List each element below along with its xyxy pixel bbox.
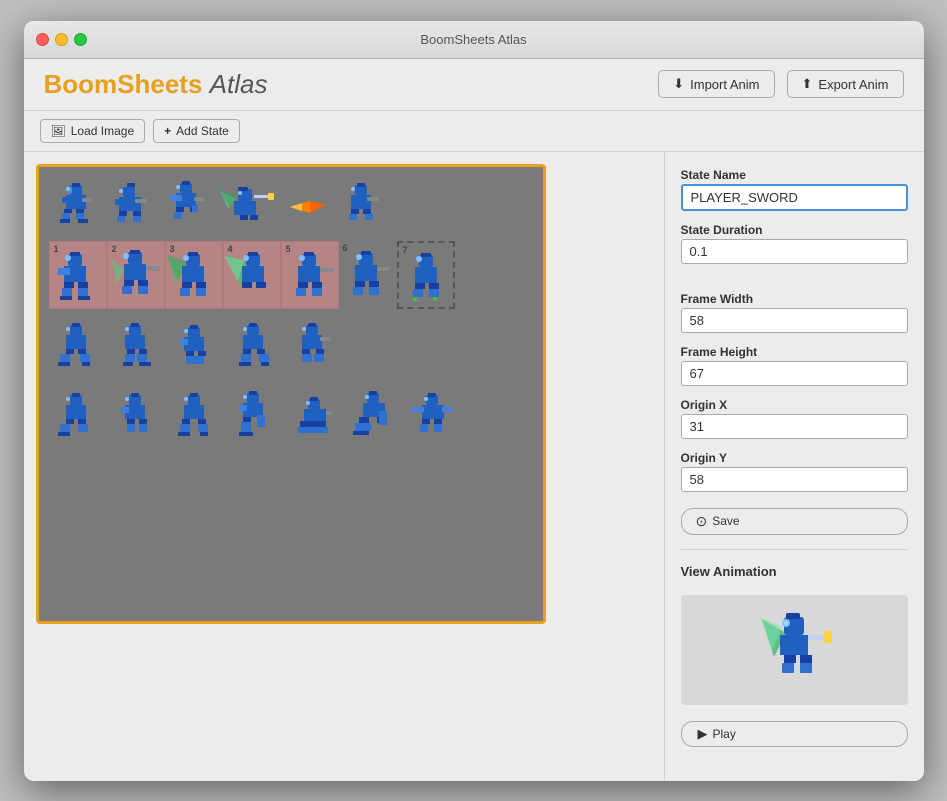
sprite-4-6[interactable] bbox=[344, 387, 399, 447]
sprite-1-1[interactable] bbox=[49, 177, 104, 237]
frame-label-1: 1 bbox=[54, 244, 59, 254]
origin-y-group: Origin Y bbox=[681, 451, 908, 492]
sprite-4-5[interactable] bbox=[285, 387, 340, 447]
frame-width-input[interactable] bbox=[681, 308, 908, 333]
frame-label-7: 7 bbox=[403, 245, 408, 255]
logo-boomsheets: BoomSheets bbox=[44, 69, 203, 99]
main-content: 1 bbox=[24, 152, 924, 781]
state-duration-label: State Duration bbox=[681, 223, 908, 237]
frame-height-group: Frame Height bbox=[681, 345, 908, 386]
state-duration-group: State Duration bbox=[681, 223, 908, 264]
sprite-1-5[interactable] bbox=[279, 177, 334, 237]
header-buttons: Import Anim Export Anim bbox=[658, 70, 903, 98]
sprite-3-5[interactable] bbox=[285, 319, 340, 379]
frame-strip: 1 bbox=[49, 241, 455, 309]
frame-strip-row: 1 bbox=[49, 241, 533, 309]
frame-width-label: Frame Width bbox=[681, 292, 908, 306]
sprite-1-4[interactable] bbox=[214, 177, 279, 237]
origin-y-label: Origin Y bbox=[681, 451, 908, 465]
frame-height-label: Frame Height bbox=[681, 345, 908, 359]
upload-icon bbox=[802, 76, 813, 92]
app-header: BoomSheets Atlas Import Anim Export Anim bbox=[24, 59, 924, 111]
titlebar: BoomSheets Atlas bbox=[24, 21, 924, 59]
main-window: BoomSheets Atlas BoomSheets Atlas Import… bbox=[24, 21, 924, 781]
traffic-lights bbox=[36, 33, 87, 46]
add-state-button[interactable]: Add State bbox=[153, 119, 240, 143]
sprite-1-2[interactable] bbox=[104, 177, 159, 237]
frame-6[interactable]: 6 bbox=[339, 241, 397, 309]
state-name-input[interactable] bbox=[681, 184, 908, 211]
minimize-button[interactable] bbox=[55, 33, 68, 46]
frame-1[interactable]: 1 bbox=[49, 241, 107, 309]
close-button[interactable] bbox=[36, 33, 49, 46]
toolbar: Load Image Add State bbox=[24, 111, 924, 152]
frame-label-3: 3 bbox=[170, 244, 175, 254]
sprite-4-1[interactable] bbox=[49, 387, 104, 447]
frame-4[interactable]: 4 bbox=[223, 241, 281, 309]
sprite-3-1[interactable] bbox=[49, 319, 104, 379]
sprite-row-3 bbox=[49, 319, 533, 379]
sprite-4-4[interactable] bbox=[226, 387, 281, 447]
canvas-area[interactable]: 1 bbox=[24, 152, 664, 781]
app-logo: BoomSheets Atlas bbox=[44, 69, 268, 100]
state-name-group: State Name bbox=[681, 168, 908, 211]
window-title: BoomSheets Atlas bbox=[420, 32, 526, 47]
export-anim-button[interactable]: Export Anim bbox=[787, 70, 904, 98]
sprite-4-2[interactable] bbox=[108, 387, 163, 447]
view-animation-label: View Animation bbox=[681, 564, 908, 579]
frame-label-2: 2 bbox=[112, 244, 117, 254]
frame-label-5: 5 bbox=[286, 244, 291, 254]
sprite-1-6[interactable] bbox=[334, 177, 389, 237]
right-panel: State Name State Duration Frame Width Fr… bbox=[664, 152, 924, 781]
origin-x-group: Origin X bbox=[681, 398, 908, 439]
sprite-canvas[interactable]: 1 bbox=[36, 164, 546, 624]
play-circle-icon: ▶ bbox=[698, 726, 708, 742]
frame-2[interactable]: 2 bbox=[107, 241, 165, 309]
frame-5[interactable]: 5 bbox=[281, 241, 339, 309]
frame-7[interactable]: 7 bbox=[397, 241, 455, 309]
download-icon bbox=[673, 76, 684, 92]
save-button[interactable]: ⊙ Save bbox=[681, 508, 908, 535]
sprite-row-1 bbox=[49, 177, 533, 237]
maximize-button[interactable] bbox=[74, 33, 87, 46]
sprite-1-3[interactable] bbox=[159, 177, 214, 237]
sprite-3-2[interactable] bbox=[108, 319, 163, 379]
state-duration-input[interactable] bbox=[681, 239, 908, 264]
image-icon bbox=[51, 124, 66, 138]
origin-y-input[interactable] bbox=[681, 467, 908, 492]
sprite-4-7[interactable] bbox=[403, 387, 458, 447]
frame-width-group: Frame Width bbox=[681, 292, 908, 333]
origin-x-input[interactable] bbox=[681, 414, 908, 439]
logo-atlas: Atlas bbox=[210, 69, 268, 99]
preview-sprite bbox=[754, 605, 834, 695]
frame-label-6: 6 bbox=[343, 243, 348, 253]
frame-height-input[interactable] bbox=[681, 361, 908, 386]
sprite-3-4[interactable] bbox=[226, 319, 281, 379]
sprite-row-4 bbox=[49, 387, 533, 447]
play-button[interactable]: ▶ Play bbox=[681, 721, 908, 747]
plus-icon bbox=[164, 124, 171, 138]
divider bbox=[681, 549, 908, 550]
import-anim-button[interactable]: Import Anim bbox=[658, 70, 774, 98]
frame-3[interactable]: 3 bbox=[165, 241, 223, 309]
sprite-3-3[interactable] bbox=[167, 319, 222, 379]
load-image-button[interactable]: Load Image bbox=[40, 119, 146, 143]
save-circle-icon: ⊙ bbox=[696, 513, 708, 530]
frame-label-4: 4 bbox=[228, 244, 233, 254]
origin-x-label: Origin X bbox=[681, 398, 908, 412]
animation-preview bbox=[681, 595, 908, 705]
state-name-label: State Name bbox=[681, 168, 908, 182]
sprite-4-3[interactable] bbox=[167, 387, 222, 447]
